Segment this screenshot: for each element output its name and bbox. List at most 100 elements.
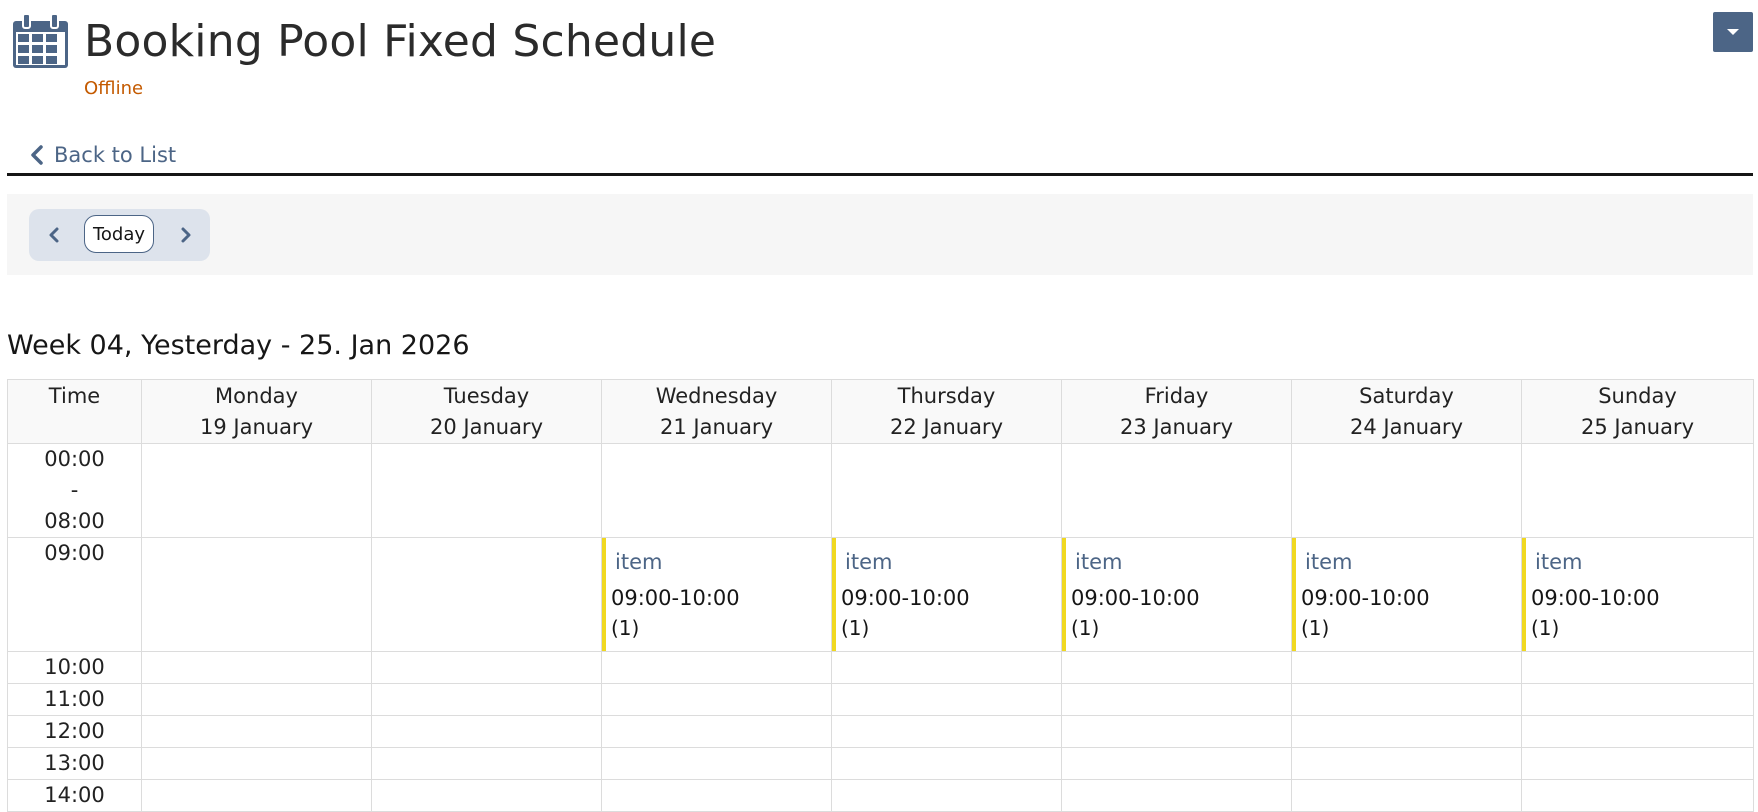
day-cell[interactable] xyxy=(601,779,832,812)
booking-event[interactable]: item 09:00-10:00 (1) xyxy=(602,538,831,651)
day-cell[interactable] xyxy=(831,443,1062,538)
event-time: 09:00-10:00 xyxy=(1071,586,1200,610)
event-link[interactable]: item xyxy=(1075,550,1122,574)
day-cell[interactable] xyxy=(141,443,372,538)
week-title: Week 04, Yesterday - 25. Jan 2026 xyxy=(7,330,470,361)
event-time: 09:00-10:00 xyxy=(841,586,970,610)
day-cell[interactable] xyxy=(1291,443,1522,538)
calendar-toolbar xyxy=(7,194,1753,275)
day-cell[interactable] xyxy=(1521,747,1754,780)
day-cell[interactable] xyxy=(601,683,832,716)
day-cell[interactable] xyxy=(1061,651,1292,684)
day-header-row: Time Monday 19 January Tuesday 20 January … xyxy=(7,379,1754,444)
event-time: 09:00-10:00 xyxy=(1531,586,1660,610)
chevron-left-icon xyxy=(31,145,43,165)
chevron-right-icon xyxy=(181,227,191,243)
day-cell[interactable] xyxy=(1521,715,1754,748)
event-count: (1) xyxy=(1531,616,1560,640)
day-cell[interactable] xyxy=(1291,651,1522,684)
day-cell[interactable] xyxy=(1521,779,1754,812)
today-button[interactable]: Today xyxy=(84,215,154,253)
day-cell[interactable] xyxy=(831,747,1062,780)
day-cell[interactable] xyxy=(141,747,372,780)
event-link[interactable]: item xyxy=(615,550,662,574)
event-count: (1) xyxy=(611,616,640,640)
time-row-13: 13:00 xyxy=(7,747,1754,780)
booking-event[interactable]: item 09:00-10:00 (1) xyxy=(1522,538,1753,651)
chevron-left-icon xyxy=(49,227,59,243)
day-cell[interactable] xyxy=(601,715,832,748)
day-header-saturday: Saturday 24 January xyxy=(1291,379,1522,444)
time-row-14: 14:00 xyxy=(7,779,1754,812)
day-header-sunday: Sunday 25 January xyxy=(1521,379,1754,444)
booking-event[interactable]: item 09:00-10:00 (1) xyxy=(832,538,1061,651)
event-time: 09:00-10:00 xyxy=(1301,586,1430,610)
time-label: 13:00 xyxy=(7,747,142,780)
prev-week-button[interactable] xyxy=(38,219,70,251)
day-cell[interactable] xyxy=(141,779,372,812)
back-link-label: Back to List xyxy=(54,143,177,167)
day-cell[interactable] xyxy=(831,779,1062,812)
time-label: 10:00 xyxy=(7,651,142,684)
day-cell[interactable] xyxy=(1061,443,1292,538)
day-cell[interactable] xyxy=(1521,651,1754,684)
day-cell[interactable] xyxy=(371,443,602,538)
day-cell[interactable] xyxy=(601,747,832,780)
day-cell[interactable] xyxy=(141,715,372,748)
time-row-10: 10:00 xyxy=(7,651,1754,684)
week-calendar: Time Monday 19 January Tuesday 20 January … xyxy=(7,379,1754,812)
time-column-header: Time xyxy=(7,379,142,444)
day-cell: item 09:00-10:00 (1) xyxy=(1061,537,1292,652)
day-cell[interactable] xyxy=(371,683,602,716)
caret-down-icon xyxy=(1727,29,1739,35)
event-time: 09:00-10:00 xyxy=(611,586,740,610)
day-cell[interactable] xyxy=(141,651,372,684)
day-cell[interactable] xyxy=(371,715,602,748)
divider xyxy=(7,173,1753,176)
day-cell[interactable] xyxy=(1521,443,1754,538)
time-row-09: 09:00 item 09:00-10:00 (1) item 09:00-10… xyxy=(7,537,1754,652)
booking-event[interactable]: item 09:00-10:00 (1) xyxy=(1062,538,1291,651)
day-cell[interactable] xyxy=(371,779,602,812)
day-cell[interactable] xyxy=(371,651,602,684)
time-row-11: 11:00 xyxy=(7,683,1754,716)
day-cell[interactable] xyxy=(1061,683,1292,716)
event-count: (1) xyxy=(1301,616,1330,640)
page-title: Booking Pool Fixed Schedule xyxy=(84,16,717,67)
day-cell[interactable] xyxy=(141,683,372,716)
day-cell: item 09:00-10:00 (1) xyxy=(831,537,1062,652)
day-cell[interactable] xyxy=(1291,747,1522,780)
day-cell[interactable] xyxy=(371,747,602,780)
booking-event[interactable]: item 09:00-10:00 (1) xyxy=(1292,538,1521,651)
event-link[interactable]: item xyxy=(1535,550,1582,574)
time-label: 12:00 xyxy=(7,715,142,748)
day-cell[interactable] xyxy=(1521,683,1754,716)
day-cell[interactable] xyxy=(1061,779,1292,812)
day-cell[interactable] xyxy=(601,651,832,684)
day-cell[interactable] xyxy=(831,683,1062,716)
day-cell: item 09:00-10:00 (1) xyxy=(1521,537,1754,652)
status-label: Offline xyxy=(84,78,144,99)
day-header-friday: Friday 23 January xyxy=(1061,379,1292,444)
day-cell[interactable] xyxy=(1061,715,1292,748)
day-cell[interactable] xyxy=(1291,683,1522,716)
day-cell[interactable] xyxy=(1061,747,1292,780)
day-cell[interactable] xyxy=(371,537,602,652)
time-row-night: 00:00-08:00 xyxy=(7,443,1754,538)
actions-menu-button[interactable] xyxy=(1713,12,1753,52)
back-to-list-link[interactable]: Back to List xyxy=(30,140,176,170)
next-week-button[interactable] xyxy=(170,219,202,251)
event-count: (1) xyxy=(841,616,870,640)
day-header-tuesday: Tuesday 20 January xyxy=(371,379,602,444)
day-cell[interactable] xyxy=(601,443,832,538)
event-link[interactable]: item xyxy=(1305,550,1352,574)
event-link[interactable]: item xyxy=(845,550,892,574)
day-cell[interactable] xyxy=(1291,715,1522,748)
time-label: 09:00 xyxy=(7,537,142,652)
day-cell[interactable] xyxy=(831,651,1062,684)
day-cell: item 09:00-10:00 (1) xyxy=(601,537,832,652)
day-cell[interactable] xyxy=(831,715,1062,748)
day-cell[interactable] xyxy=(1291,779,1522,812)
time-label: 00:00-08:00 xyxy=(7,443,142,538)
day-cell[interactable] xyxy=(141,537,372,652)
